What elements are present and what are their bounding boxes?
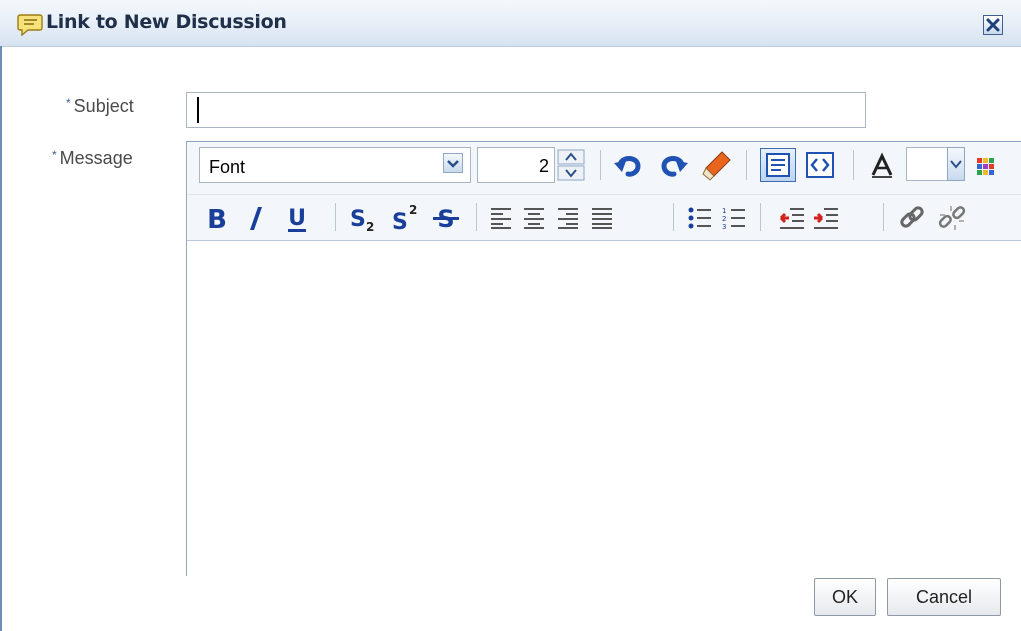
- color-swatch[interactable]: [906, 147, 948, 181]
- discussion-icon: [17, 14, 43, 36]
- align-right-icon[interactable]: [555, 206, 581, 230]
- bold-icon[interactable]: B: [203, 202, 231, 234]
- indent-icon[interactable]: [812, 206, 840, 230]
- ok-button[interactable]: OK: [814, 578, 876, 616]
- italic-icon[interactable]: [243, 202, 267, 234]
- svg-text:2: 2: [409, 203, 417, 217]
- toolbar-separator: [883, 203, 884, 231]
- subscript-icon[interactable]: S 2: [348, 202, 380, 234]
- underline-icon[interactable]: U: [283, 202, 311, 234]
- dialog-title: Link to New Discussion: [46, 11, 287, 33]
- toolbar-separator: [600, 150, 601, 180]
- toolbar-separator: [760, 203, 761, 231]
- font-color-icon[interactable]: [868, 152, 896, 180]
- align-center-icon[interactable]: [521, 206, 547, 230]
- svg-text:S: S: [392, 210, 408, 234]
- chevron-down-icon: [447, 160, 459, 168]
- svg-text:2: 2: [366, 220, 374, 234]
- toolbar-separator: [853, 150, 854, 180]
- outdent-icon[interactable]: [778, 206, 806, 230]
- strikethrough-icon[interactable]: S: [430, 202, 462, 234]
- bulleted-list-icon[interactable]: [686, 206, 714, 230]
- message-label: * Message: [52, 148, 133, 169]
- subject-label-text: Subject: [73, 96, 134, 116]
- message-label-text: Message: [59, 148, 133, 168]
- undo-icon[interactable]: [612, 148, 646, 182]
- font-size-value: 2: [538, 156, 549, 176]
- toolbar-separator: [673, 203, 674, 231]
- rich-text-mode-icon: [766, 153, 790, 177]
- svg-text:2: 2: [722, 215, 726, 223]
- required-marker: *: [66, 96, 71, 110]
- font-select-value: Font: [209, 157, 246, 177]
- color-dropdown-button[interactable]: [947, 147, 965, 181]
- dialog-titlebar: Link to New Discussion: [0, 0, 1021, 47]
- dialog-left-border: [0, 46, 2, 631]
- align-left-icon[interactable]: [488, 206, 514, 230]
- toolbar-separator: [476, 203, 477, 231]
- background-color-icon[interactable]: [975, 156, 995, 176]
- link-icon[interactable]: [897, 203, 927, 233]
- superscript-icon[interactable]: S 2: [390, 202, 422, 234]
- font-size-spinner[interactable]: [557, 149, 585, 181]
- subject-input[interactable]: [186, 92, 866, 128]
- link-to-new-discussion-dialog: Link to New Discussion * Subject * Message…: [0, 0, 1021, 631]
- font-dropdown-button[interactable]: [443, 153, 463, 173]
- svg-text:B: B: [207, 205, 227, 234]
- toolbar-separator: [335, 203, 336, 231]
- unlink-icon[interactable]: [937, 203, 967, 233]
- cancel-button[interactable]: Cancel: [887, 578, 1001, 616]
- svg-text:1: 1: [722, 207, 726, 215]
- source-mode-icon[interactable]: [804, 149, 836, 181]
- rich-text-mode-button[interactable]: [760, 148, 796, 182]
- close-button[interactable]: [983, 15, 1003, 35]
- clear-formatting-icon[interactable]: [700, 148, 734, 182]
- toolbar-separator: [746, 150, 747, 180]
- required-marker: *: [52, 148, 57, 162]
- redo-icon[interactable]: [656, 148, 690, 182]
- svg-text:U: U: [288, 206, 306, 231]
- subject-label: * Subject: [66, 96, 134, 117]
- text-caret: [197, 97, 199, 123]
- justify-icon[interactable]: [589, 206, 615, 230]
- svg-text:S: S: [350, 207, 366, 232]
- color-dropdown-icon: [950, 160, 962, 169]
- svg-text:3: 3: [722, 223, 726, 230]
- close-icon: [986, 18, 1000, 32]
- numbered-list-icon[interactable]: 123: [720, 206, 748, 230]
